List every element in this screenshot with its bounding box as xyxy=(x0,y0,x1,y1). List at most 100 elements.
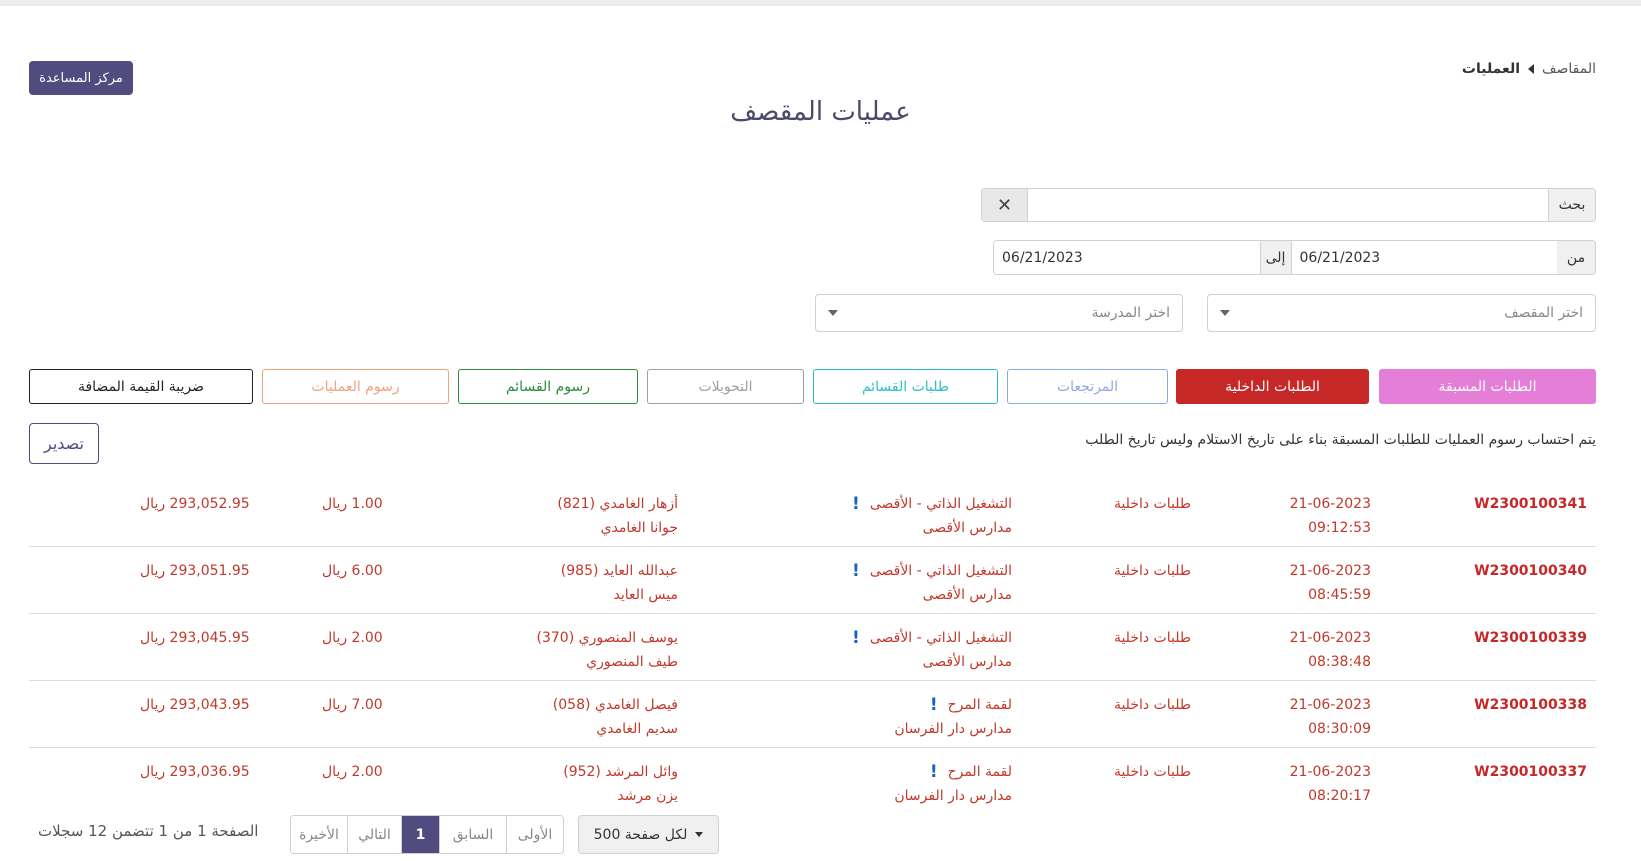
exclamation-icon[interactable]: ! xyxy=(930,760,938,784)
order-time: 08:30:09 xyxy=(1308,721,1371,737)
parent-name: عبدالله العايد (985) xyxy=(560,563,678,579)
order-id[interactable]: W2300100339 xyxy=(1474,626,1587,650)
order-amount: 7.00 ريال xyxy=(322,697,383,713)
order-amount: 1.00 ريال xyxy=(322,496,383,512)
fees-note: يتم احتساب رسوم العمليات للطلبات المسبقة… xyxy=(1085,432,1596,448)
order-type: طلبات داخلية xyxy=(1113,697,1191,713)
order-time: 08:45:59 xyxy=(1308,587,1371,603)
order-balance: 293,051.95 ريال xyxy=(140,563,250,579)
date-to-input[interactable] xyxy=(994,241,1260,274)
order-date: 21-06-2023 xyxy=(1289,764,1371,780)
order-id[interactable]: W2300100337 xyxy=(1474,760,1587,784)
order-person: أزهار الغامدي (821) جوانا الغامدي xyxy=(557,492,678,540)
school-name: مدارس دار الفرسان xyxy=(894,721,1012,737)
search-input[interactable] xyxy=(1028,189,1548,221)
order-id[interactable]: W2300100338 xyxy=(1474,693,1587,717)
school-name: مدارس الأقصى xyxy=(922,654,1012,670)
order-time: 09:12:53 xyxy=(1308,520,1371,536)
order-person: يوسف المنصوري (370) طيف المنصوري xyxy=(537,626,678,674)
tab-preorders[interactable]: الطلبات المسبقة xyxy=(1379,369,1596,404)
page-next-button[interactable]: التالي xyxy=(347,816,401,853)
help-center-button[interactable]: مركز المساعدة xyxy=(29,61,133,95)
order-place: لقمة المرح! مدارس دار الفرسان xyxy=(894,693,1012,741)
order-type: طلبات داخلية xyxy=(1113,630,1191,646)
order-balance: 293,045.95 ريال xyxy=(140,630,250,646)
order-place: التشغيل الذاتي - الأقصى! مدارس الأقصى xyxy=(852,626,1012,674)
school-select-placeholder: اختر المدرسة xyxy=(1091,305,1170,321)
date-from-label: من xyxy=(1557,241,1595,274)
page-prev-button[interactable]: السابق xyxy=(439,816,506,853)
order-date: 21-06-2023 xyxy=(1289,496,1371,512)
order-datetime: 21-06-2023 08:38:48 xyxy=(1290,626,1371,674)
order-datetime: 21-06-2023 08:30:09 xyxy=(1290,693,1371,741)
tab-vat[interactable]: ضريبة القيمة المضافة xyxy=(29,369,253,404)
table-row[interactable]: W2300100339 21-06-2023 08:38:48 طلبات داخ… xyxy=(29,614,1596,681)
breadcrumb-current: العمليات xyxy=(1461,61,1521,77)
pagination: الأخيرة التالي 1 السابق الأولى xyxy=(290,815,564,854)
order-amount: 2.00 ريال xyxy=(322,764,383,780)
parent-name: أزهار الغامدي (821) xyxy=(557,496,678,512)
order-date: 21-06-2023 xyxy=(1289,563,1371,579)
export-button[interactable]: تصدير xyxy=(29,423,99,464)
order-datetime: 21-06-2023 09:12:53 xyxy=(1290,492,1371,540)
canteen-name: التشغيل الذاتي - الأقصى xyxy=(869,496,1012,512)
transactions-table: W2300100341 21-06-2023 09:12:53 طلبات داخ… xyxy=(29,480,1596,814)
per-page-select[interactable]: 500 لكل صفحة xyxy=(578,815,719,854)
close-icon[interactable]: ✕ xyxy=(982,189,1028,221)
canteen-select[interactable]: اختر المقصف xyxy=(1207,294,1596,332)
tab-voucher-orders[interactable]: طلبات القسائم xyxy=(813,369,998,404)
tab-operation-fees[interactable]: رسوم العمليات xyxy=(262,369,449,404)
tab-transfers[interactable]: التحويلات xyxy=(647,369,804,404)
order-person: فيصل الغامدي (058) سديم الغامدي xyxy=(553,693,678,741)
order-place: التشغيل الذاتي - الأقصى! مدارس الأقصى xyxy=(852,559,1012,607)
table-row[interactable]: W2300100338 21-06-2023 08:30:09 طلبات داخ… xyxy=(29,681,1596,748)
tab-voucher-fees[interactable]: رسوم القسائم xyxy=(458,369,638,404)
table-row[interactable]: W2300100340 21-06-2023 08:45:59 طلبات داخ… xyxy=(29,547,1596,614)
exclamation-icon[interactable]: ! xyxy=(852,626,860,650)
order-amount: 2.00 ريال xyxy=(322,630,383,646)
order-balance: 293,036.95 ريال xyxy=(140,764,250,780)
order-datetime: 21-06-2023 08:45:59 xyxy=(1290,559,1371,607)
canteen-name: لقمة المرح xyxy=(947,764,1012,780)
school-name: مدارس دار الفرسان xyxy=(894,788,1012,804)
school-select[interactable]: اختر المدرسة xyxy=(815,294,1183,332)
page-first-button[interactable]: الأولى xyxy=(506,816,563,853)
date-from-input[interactable] xyxy=(1291,241,1557,274)
date-to-label: إلى xyxy=(1259,241,1292,274)
pagination-info: الصفحة 1 من 1 تتضمن 12 سجلات xyxy=(38,822,259,840)
order-type: طلبات داخلية xyxy=(1113,563,1191,579)
table-row[interactable]: W2300100337 21-06-2023 08:20:17 طلبات داخ… xyxy=(29,748,1596,814)
search-label: بحث xyxy=(1548,189,1595,221)
tab-internal-orders[interactable]: الطلبات الداخلية xyxy=(1176,369,1369,404)
parent-name: يوسف المنصوري (370) xyxy=(536,630,678,646)
order-id[interactable]: W2300100340 xyxy=(1474,559,1587,583)
student-name: ميس العايد xyxy=(613,587,678,603)
tab-returns[interactable]: المرتجعات xyxy=(1007,369,1168,404)
order-amount: 6.00 ريال xyxy=(322,563,383,579)
date-range: من إلى xyxy=(993,240,1596,275)
page-last-button[interactable]: الأخيرة xyxy=(291,816,347,853)
order-datetime: 21-06-2023 08:20:17 xyxy=(1290,760,1371,808)
table-row[interactable]: W2300100341 21-06-2023 09:12:53 طلبات داخ… xyxy=(29,480,1596,547)
canteen-select-placeholder: اختر المقصف xyxy=(1504,305,1583,321)
chevron-down-icon xyxy=(695,832,704,837)
page-current-button[interactable]: 1 xyxy=(401,816,439,853)
breadcrumb-root[interactable]: المقاصف xyxy=(1542,61,1596,77)
exclamation-icon[interactable]: ! xyxy=(852,492,860,516)
order-time: 08:38:48 xyxy=(1308,654,1371,670)
order-type: طلبات داخلية xyxy=(1113,496,1191,512)
canteen-name: لقمة المرح xyxy=(947,697,1012,713)
canteen-name: التشغيل الذاتي - الأقصى xyxy=(869,630,1012,646)
order-id[interactable]: W2300100341 xyxy=(1474,492,1587,516)
exclamation-icon[interactable]: ! xyxy=(852,559,860,583)
exclamation-icon[interactable]: ! xyxy=(930,693,938,717)
student-name: جوانا الغامدي xyxy=(600,520,678,536)
order-balance: 293,043.95 ريال xyxy=(140,697,250,713)
student-name: يزن مرشد xyxy=(617,788,678,804)
order-place: التشغيل الذاتي - الأقصى! مدارس الأقصى xyxy=(852,492,1012,540)
per-page-label: 500 لكل صفحة xyxy=(593,826,688,843)
student-name: سديم الغامدي xyxy=(596,721,678,737)
order-place: لقمة المرح! مدارس دار الفرسان xyxy=(894,760,1012,808)
top-bar xyxy=(0,0,1641,6)
order-date: 21-06-2023 xyxy=(1289,697,1371,713)
